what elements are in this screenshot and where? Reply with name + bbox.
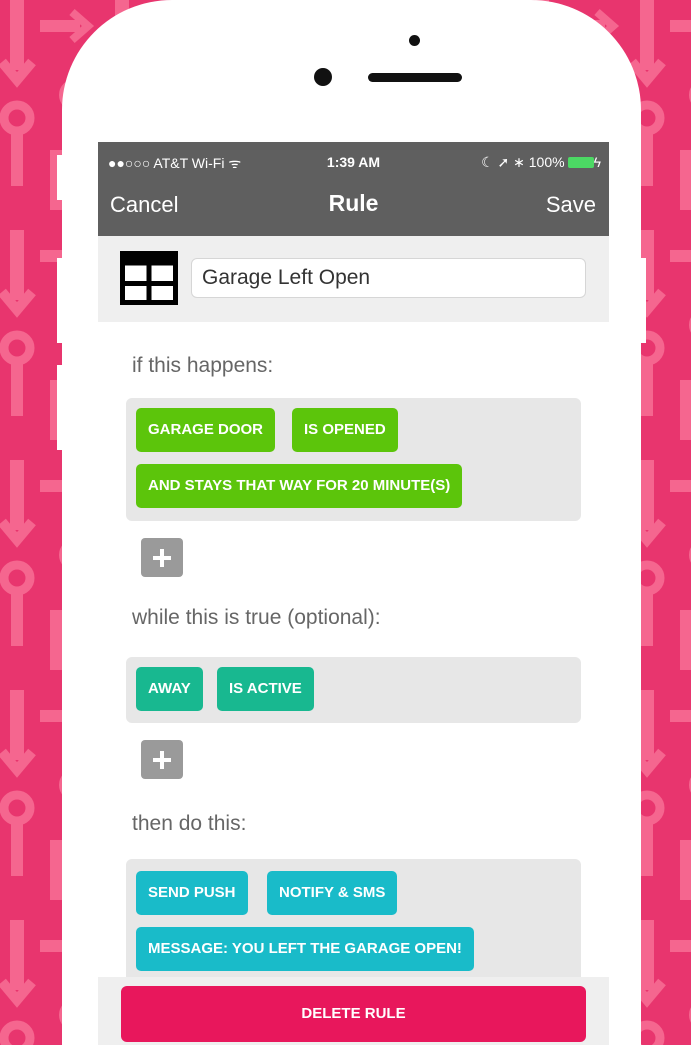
condition-chip-mode[interactable]: AWAY — [136, 667, 203, 711]
trigger-chip-duration[interactable]: AND STAYS THAT WAY FOR 20 MINUTE(S) — [136, 464, 463, 508]
app-screen: ●●○○○ AT&T Wi-Fi ᯤ 1:39 AM ☾ ➚ ∗ 100% ϟ C… — [98, 142, 609, 1045]
save-button[interactable]: Save — [546, 192, 596, 218]
trigger-section-label: if this happens: — [132, 354, 274, 377]
action-section-label: then do this: — [132, 812, 247, 835]
footer-bar: DELETE RULE — [98, 977, 609, 1045]
status-icons-battery-percent: ☾ ➚ ∗ 100% — [481, 154, 565, 170]
volume-down-button — [57, 365, 65, 450]
speaker-grille — [368, 73, 462, 82]
delete-rule-button[interactable]: DELETE RULE — [121, 986, 586, 1042]
battery-icon — [567, 157, 594, 168]
add-trigger-button[interactable] — [141, 538, 183, 577]
condition-section-label: while this is true (optional): — [132, 606, 381, 629]
plus-icon-vertical — [160, 751, 164, 769]
volume-up-button — [57, 258, 65, 343]
grid-icon[interactable] — [120, 251, 178, 305]
action-block: SEND PUSH NOTIFY & SMS MESSAGE: YOU LEFT… — [126, 859, 581, 989]
trigger-chip-device[interactable]: GARAGE DOOR — [136, 408, 276, 452]
add-condition-button[interactable] — [141, 740, 183, 779]
power-button — [638, 258, 646, 343]
page-title: Rule — [328, 190, 379, 216]
trigger-block: GARAGE DOOR IS OPENED AND STAYS THAT WAY… — [126, 398, 581, 521]
front-camera — [314, 68, 332, 86]
status-right-indicators: ☾ ➚ ∗ 100% ϟ — [481, 154, 601, 171]
plus-icon-vertical — [160, 549, 164, 567]
navigation-bar: ●●○○○ AT&T Wi-Fi ᯤ 1:39 AM ☾ ➚ ∗ 100% ϟ C… — [98, 142, 609, 236]
action-chip-notify[interactable]: NOTIFY & SMS — [267, 871, 398, 915]
trigger-chip-event[interactable]: IS OPENED — [292, 408, 398, 452]
condition-chip-state[interactable]: IS ACTIVE — [217, 667, 314, 711]
action-chip-push[interactable]: SEND PUSH — [136, 871, 248, 915]
status-bar: ●●○○○ AT&T Wi-Fi ᯤ 1:39 AM ☾ ➚ ∗ 100% ϟ — [98, 150, 609, 174]
proximity-sensor — [409, 35, 420, 46]
mute-switch — [57, 155, 65, 200]
charging-icon: ϟ — [593, 154, 601, 170]
condition-block: AWAY IS ACTIVE — [126, 657, 581, 723]
action-chip-message[interactable]: MESSAGE: YOU LEFT THE GARAGE OPEN! — [136, 927, 474, 971]
rule-name-row — [98, 236, 609, 322]
rule-name-input[interactable] — [191, 258, 586, 298]
